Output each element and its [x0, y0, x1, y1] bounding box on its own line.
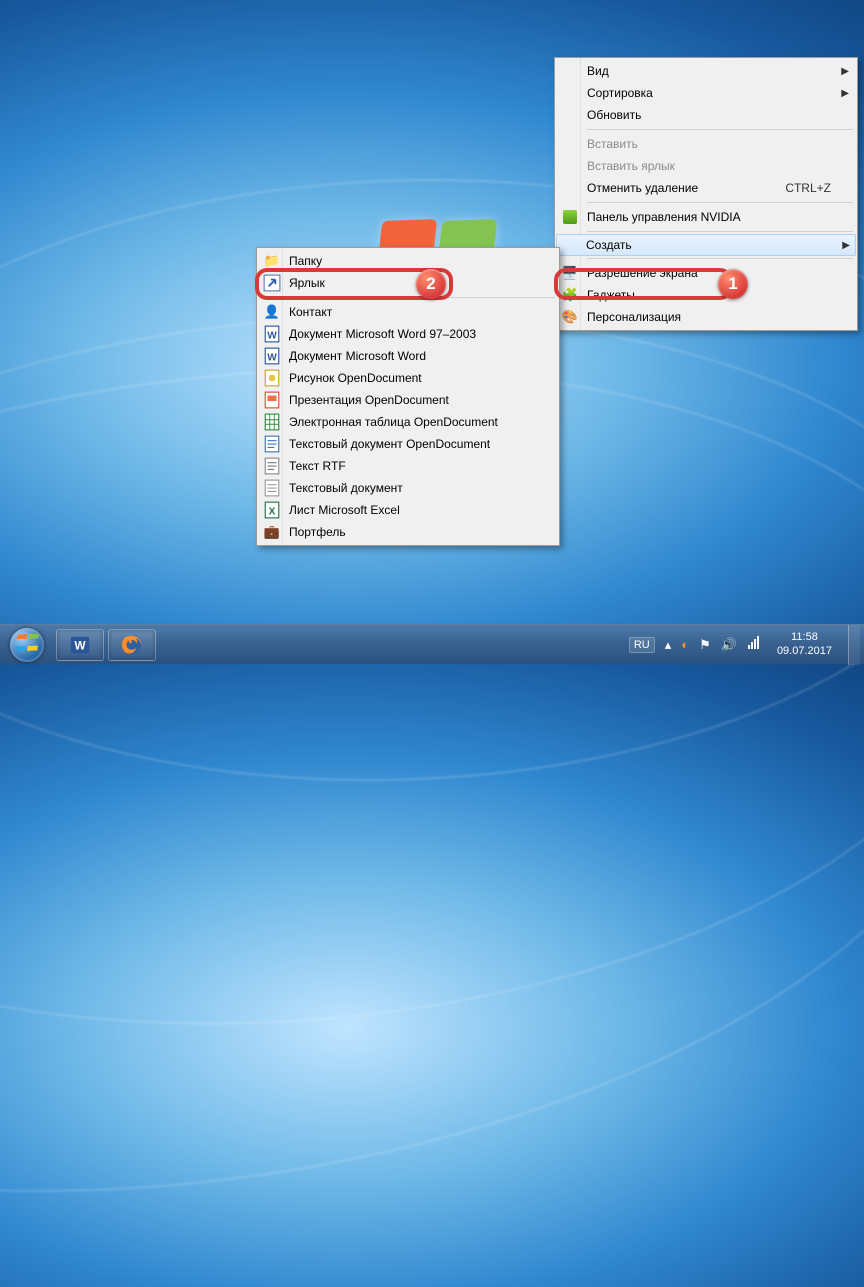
word-doc-icon: W	[263, 325, 281, 343]
tray-chevron-icon[interactable]: ▴	[665, 637, 672, 653]
taskbar-clock[interactable]: 11:58 09.07.2017	[771, 631, 838, 659]
menu-separator	[587, 231, 853, 232]
menu-item-shortcut: CTRL+Z	[761, 181, 831, 195]
menu-item-label: Персонализация	[587, 310, 681, 324]
taskbar: W RU ▴ ◐ ⚑ 🔊 11:58 09.07.2017	[0, 624, 864, 664]
text-file-icon	[263, 479, 281, 497]
spreadsheet-doc-icon	[263, 413, 281, 431]
desktop-context-menu: Вид ▶ Сортировка ▶ Обновить Вставить Вст…	[554, 57, 858, 331]
menu-item-label: Презентация OpenDocument	[289, 393, 449, 407]
submenu-arrow-icon: ▶	[842, 240, 850, 251]
language-indicator[interactable]: RU	[629, 637, 655, 653]
contact-icon: 👤	[263, 303, 281, 321]
menu-item-label: Вставить	[587, 137, 638, 151]
menu-item-label: Контакт	[289, 305, 332, 319]
nvidia-icon	[561, 208, 579, 226]
menu-item-label: Документ Microsoft Word 97–2003	[289, 327, 476, 341]
menu-item-label: Ярлык	[289, 276, 325, 290]
presentation-doc-icon	[263, 391, 281, 409]
menu-separator	[289, 297, 555, 298]
clock-date: 09.07.2017	[777, 645, 832, 659]
menu-item-view[interactable]: Вид ▶	[557, 60, 855, 82]
menu-item-label: Документ Microsoft Word	[289, 349, 426, 363]
submenu-item-word[interactable]: W Документ Microsoft Word	[259, 345, 557, 367]
menu-item-label: Гаджеты	[587, 288, 635, 302]
menu-item-label: Разрешение экрана	[587, 266, 698, 280]
submenu-item-folder[interactable]: 📁 Папку	[259, 250, 557, 272]
submenu-item-shortcut[interactable]: Ярлык	[259, 272, 557, 294]
menu-item-undo-delete[interactable]: Отменить удаление CTRL+Z	[557, 177, 855, 199]
menu-item-paste-shortcut: Вставить ярлык	[557, 155, 855, 177]
menu-item-label: Рисунок OpenDocument	[289, 371, 422, 385]
submenu-item-rtf[interactable]: Текст RTF	[259, 455, 557, 477]
submenu-item-xls[interactable]: X Лист Microsoft Excel	[259, 499, 557, 521]
menu-item-label: Сортировка	[587, 86, 653, 100]
menu-item-label: Текстовый документ	[289, 481, 403, 495]
menu-item-gadgets[interactable]: 🧩 Гаджеты	[557, 284, 855, 306]
submenu-item-odt[interactable]: Текстовый документ OpenDocument	[259, 433, 557, 455]
action-center-icon[interactable]: ⚑	[699, 637, 711, 653]
clock-time: 11:58	[777, 631, 832, 645]
menu-item-label: Панель управления NVIDIA	[587, 210, 741, 224]
windows-orb-icon	[10, 628, 44, 662]
gadgets-icon: 🧩	[561, 286, 579, 304]
menu-item-label: Вставить ярлык	[587, 159, 675, 173]
submenu-item-briefcase[interactable]: 💼 Портфель	[259, 521, 557, 543]
menu-item-label: Лист Microsoft Excel	[289, 503, 400, 517]
menu-item-label: Обновить	[587, 108, 641, 122]
svg-text:W: W	[267, 353, 277, 364]
firefox-app-icon	[121, 634, 143, 656]
menu-item-nvidia[interactable]: Панель управления NVIDIA	[557, 206, 855, 228]
submenu-item-contact[interactable]: 👤 Контакт	[259, 301, 557, 323]
taskbar-app-firefox[interactable]	[108, 629, 156, 661]
svg-text:W: W	[267, 331, 277, 342]
menu-item-label: Отменить удаление	[587, 181, 698, 195]
menu-item-sort[interactable]: Сортировка ▶	[557, 82, 855, 104]
menu-item-label: Папку	[289, 254, 322, 268]
excel-doc-icon: X	[263, 501, 281, 519]
volume-icon[interactable]: 🔊	[721, 637, 737, 653]
menu-item-label: Электронная таблица OpenDocument	[289, 415, 498, 429]
submenu-item-word97[interactable]: W Документ Microsoft Word 97–2003	[259, 323, 557, 345]
menu-separator	[587, 258, 853, 259]
menu-item-label: Создать	[586, 238, 632, 252]
submenu-arrow-icon: ▶	[841, 66, 849, 77]
menu-item-resolution[interactable]: 🖥️ Разрешение экрана	[557, 262, 855, 284]
menu-item-personalize[interactable]: 🎨 Персонализация	[557, 306, 855, 328]
start-button[interactable]	[4, 627, 50, 663]
submenu-item-odp[interactable]: Презентация OpenDocument	[259, 389, 557, 411]
menu-separator	[587, 129, 853, 130]
menu-item-create[interactable]: Создать ▶	[556, 234, 856, 256]
submenu-arrow-icon: ▶	[841, 88, 849, 99]
submenu-item-odg[interactable]: Рисунок OpenDocument	[259, 367, 557, 389]
menu-item-paste: Вставить	[557, 133, 855, 155]
rtf-doc-icon	[263, 457, 281, 475]
briefcase-icon: 💼	[263, 523, 281, 541]
menu-item-label: Текстовый документ OpenDocument	[289, 437, 490, 451]
monitor-icon: 🖥️	[561, 264, 579, 282]
svg-text:X: X	[269, 507, 276, 518]
menu-item-label: Портфель	[289, 525, 346, 539]
submenu-item-ods[interactable]: Электронная таблица OpenDocument	[259, 411, 557, 433]
word-doc-icon: W	[263, 347, 281, 365]
taskbar-app-word[interactable]: W	[56, 629, 104, 661]
menu-item-label: Текст RTF	[289, 459, 346, 473]
word-app-icon: W	[69, 634, 91, 656]
tray-app-icon[interactable]: ◐	[681, 637, 689, 652]
menu-item-label: Вид	[587, 64, 609, 78]
svg-text:W: W	[74, 638, 86, 652]
create-submenu: 📁 Папку Ярлык 👤 Контакт W Документ Micro…	[256, 247, 560, 546]
menu-separator	[587, 202, 853, 203]
text-doc-icon	[263, 435, 281, 453]
menu-item-refresh[interactable]: Обновить	[557, 104, 855, 126]
drawing-doc-icon	[263, 369, 281, 387]
folder-icon: 📁	[263, 252, 281, 270]
personalize-icon: 🎨	[561, 308, 579, 326]
submenu-item-txt[interactable]: Текстовый документ	[259, 477, 557, 499]
network-icon[interactable]	[747, 636, 761, 653]
system-tray: RU ▴ ◐ ⚑ 🔊 11:58 09.07.2017	[629, 625, 864, 664]
shortcut-icon	[263, 274, 281, 292]
show-desktop-button[interactable]	[848, 625, 860, 665]
